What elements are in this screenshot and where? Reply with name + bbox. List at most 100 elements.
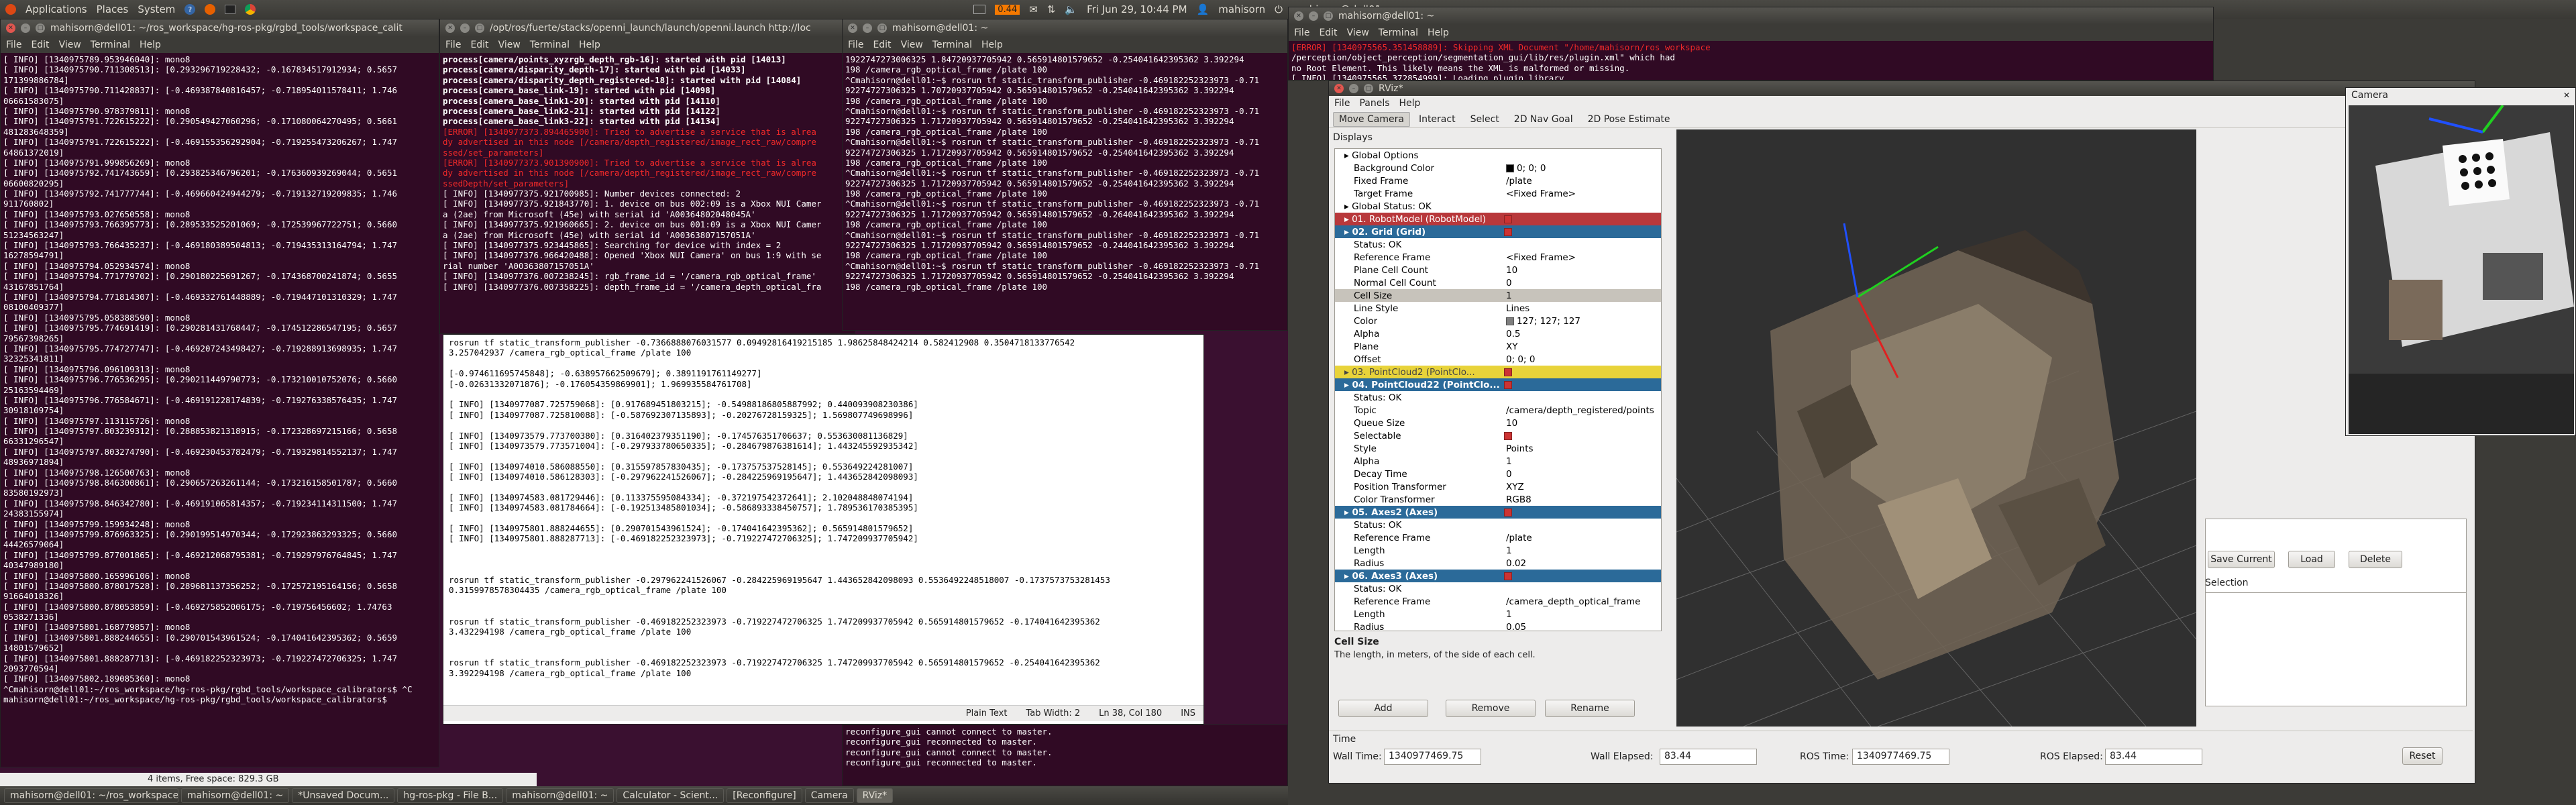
close-icon[interactable]: ✕ xyxy=(1334,84,1344,93)
terminal3-output[interactable]: 1922747273006325 1.84720937705942 0.5659… xyxy=(843,53,1287,330)
property-value[interactable]: 1 xyxy=(1506,456,1512,467)
network-icon[interactable]: ⇅ xyxy=(1047,3,1056,15)
ubuntu-logo-icon[interactable] xyxy=(5,4,16,15)
taskbar-item[interactable]: mahisorn@dell01: ~/ros_workspace/hg-ros-… xyxy=(4,788,178,803)
volume-icon[interactable]: 🔈 xyxy=(1065,3,1077,15)
display-tree-row[interactable]: Radius 0.02 xyxy=(1335,557,1661,570)
display-tree-row[interactable]: Normal Cell Count 0 xyxy=(1335,276,1661,289)
enabled-checkbox[interactable] xyxy=(1504,368,1512,376)
cpu-indicator[interactable]: 0.44 xyxy=(995,4,1020,15)
maximize-icon[interactable]: □ xyxy=(1324,11,1333,21)
display-tree-row[interactable]: Offset 0; 0; 0 xyxy=(1335,353,1661,366)
display-tree-row[interactable]: Color 127; 127; 127 xyxy=(1335,315,1661,327)
display-tree-row[interactable]: ▸ 06. Axes3 (Axes) xyxy=(1335,570,1661,582)
add-display-button[interactable]: Add xyxy=(1338,700,1428,717)
menu-edit[interactable]: Edit xyxy=(873,40,891,50)
menu-help[interactable]: Help xyxy=(981,40,1003,50)
save-current-view-button[interactable]: Save Current xyxy=(2208,551,2275,568)
terminal-window-right[interactable]: ✕ – □ mahisorn@dell01: ~ File Edit View … xyxy=(1288,7,2214,80)
tab-width-selector[interactable]: Tab Width: 2 xyxy=(1026,708,1080,718)
menu-file[interactable]: File xyxy=(445,40,461,50)
property-value[interactable]: XY xyxy=(1506,341,1518,352)
display-tree-row[interactable]: Background Color 0; 0; 0 xyxy=(1335,162,1661,174)
display-tree-row[interactable]: Alpha 0.5 xyxy=(1335,327,1661,340)
display-tree-row[interactable]: Topic/camera/depth_registered/points xyxy=(1335,404,1661,417)
gedit-window[interactable]: rosrun tf static_transform_publisher -0.… xyxy=(443,334,1204,724)
tool-select[interactable]: Select xyxy=(1464,112,1505,127)
tool-2d-pose-estimate[interactable]: 2D Pose Estimate xyxy=(1582,112,1676,127)
mail-icon[interactable]: ✉ xyxy=(1029,3,1038,15)
terminal-window-home[interactable]: ✕ – □ mahisorn@dell01: ~ File Edit View … xyxy=(842,19,1288,331)
terminal1-output[interactable]: [ INFO] [1340975789.953946040]: mono8[ I… xyxy=(1,53,439,767)
display-tree-row[interactable]: Reference Frame/camera_depth_optical_fra… xyxy=(1335,595,1661,608)
menu-file[interactable]: File xyxy=(848,40,863,50)
minimize-icon[interactable]: – xyxy=(1349,84,1358,93)
property-value[interactable]: 0 xyxy=(1506,469,1512,480)
terminal4-output[interactable]: reconfigure_gui cannot connect to master… xyxy=(843,725,1287,786)
wall-time-field[interactable]: 1340977469.75 xyxy=(1384,749,1481,765)
displays-tree[interactable]: ▸ Global Options Background Color 0; 0; 0F… xyxy=(1334,148,1662,631)
display-tree-row[interactable]: ▸ 04. PointCloud22 (PointClo... xyxy=(1335,378,1661,391)
camera-window[interactable]: Camera ✕ xyxy=(2345,87,2576,436)
menu-view[interactable]: View xyxy=(498,40,521,50)
taskbar-item[interactable]: [Reconfigure] xyxy=(727,788,802,803)
close-icon[interactable]: ✕ xyxy=(6,23,15,33)
rename-display-button[interactable]: Rename xyxy=(1545,700,1635,717)
property-value[interactable]: 1 xyxy=(1506,290,1512,301)
property-value[interactable]: /plate xyxy=(1506,176,1532,186)
maximize-icon[interactable]: □ xyxy=(475,23,484,33)
menu-help[interactable]: Help xyxy=(579,40,600,50)
display-tree-row[interactable]: Length 1 xyxy=(1335,544,1661,557)
user-name[interactable]: mahisorn xyxy=(1218,3,1265,15)
terminal3-titlebar[interactable]: ✕ – □ mahisorn@dell01: ~ xyxy=(843,19,1287,37)
clock[interactable]: Fri Jun 29, 10:44 PM xyxy=(1087,3,1187,15)
terminal2-titlebar[interactable]: ✕ – □ /opt/ros/fuerte/stacks/openni_laun… xyxy=(440,19,855,37)
taskbar-item[interactable]: RViz* xyxy=(856,788,894,803)
property-value[interactable]: /camera_depth_optical_frame xyxy=(1506,596,1640,607)
display-tree-row[interactable]: Reference Frame/plate xyxy=(1335,531,1661,544)
display-tree-row[interactable]: ▸ 01. RobotModel (RobotModel) xyxy=(1335,213,1661,225)
property-value[interactable]: 0.5 xyxy=(1506,329,1520,339)
property-value[interactable]: Points xyxy=(1506,443,1534,454)
terminal-right-titlebar[interactable]: ✕ – □ mahisorn@dell01: ~ xyxy=(1289,7,2213,25)
user-icon[interactable]: 👤 xyxy=(1197,3,1210,15)
remove-display-button[interactable]: Remove xyxy=(1446,700,1536,717)
property-value[interactable]: /camera/depth_registered/points xyxy=(1506,405,1654,416)
minimize-icon[interactable]: – xyxy=(863,23,872,33)
menu-help[interactable]: Help xyxy=(1428,28,1449,38)
window-list-icon[interactable] xyxy=(973,5,986,14)
tool-interact[interactable]: Interact xyxy=(1413,112,1462,127)
property-value[interactable]: 10 xyxy=(1506,265,1517,276)
property-value[interactable]: 0; 0; 0 xyxy=(1506,354,1535,365)
reset-time-button[interactable]: Reset xyxy=(2402,747,2443,765)
rviz-titlebar[interactable]: ✕ – □ RViz* xyxy=(1329,81,2475,96)
enabled-checkbox[interactable] xyxy=(1504,380,1512,389)
display-tree-row[interactable]: Selectable xyxy=(1335,429,1661,442)
tool-move-camera[interactable]: Move Camera xyxy=(1333,111,1410,127)
display-tree-row[interactable]: ▸ 02. Grid (Grid) xyxy=(1335,225,1661,238)
menu-view[interactable]: View xyxy=(1347,28,1369,38)
menu-file[interactable]: File xyxy=(1294,28,1309,38)
menu-view[interactable]: View xyxy=(59,40,81,50)
camera-titlebar[interactable]: Camera ✕ xyxy=(2346,88,2575,103)
display-tree-row[interactable]: Target Frame <Fixed Frame> xyxy=(1335,187,1661,200)
close-icon[interactable]: ✕ xyxy=(1294,11,1303,21)
ros-elapsed-field[interactable]: 83.44 xyxy=(2105,749,2202,765)
menu-edit[interactable]: Edit xyxy=(31,40,49,50)
terminal-window-calibrator[interactable]: ✕ – □ mahisorn@dell01: ~/ros_workspace/h… xyxy=(0,19,439,767)
display-tree-row[interactable]: Queue Size 10 xyxy=(1335,417,1661,429)
property-value[interactable]: 0; 0; 0 xyxy=(1506,163,1546,174)
terminal-launcher-icon[interactable] xyxy=(225,5,236,14)
firefox-icon[interactable] xyxy=(205,4,216,15)
property-value[interactable]: <Fixed Frame> xyxy=(1506,189,1576,199)
menu-places[interactable]: Places xyxy=(97,3,129,15)
taskbar-item[interactable]: Calculator - Scient... xyxy=(616,788,724,803)
camera-close-icon[interactable]: ✕ xyxy=(2563,91,2570,100)
property-value[interactable]: 127; 127; 127 xyxy=(1506,316,1580,327)
menu-system[interactable]: System xyxy=(138,3,175,15)
display-tree-row[interactable]: Reference Frame <Fixed Frame> xyxy=(1335,251,1661,264)
taskbar-item[interactable]: *Unsaved Docum... xyxy=(292,788,395,803)
menu-file[interactable]: File xyxy=(6,40,21,50)
menu-file[interactable]: File xyxy=(1334,98,1350,109)
display-tree-row[interactable]: Position Transformer XYZ xyxy=(1335,480,1661,493)
